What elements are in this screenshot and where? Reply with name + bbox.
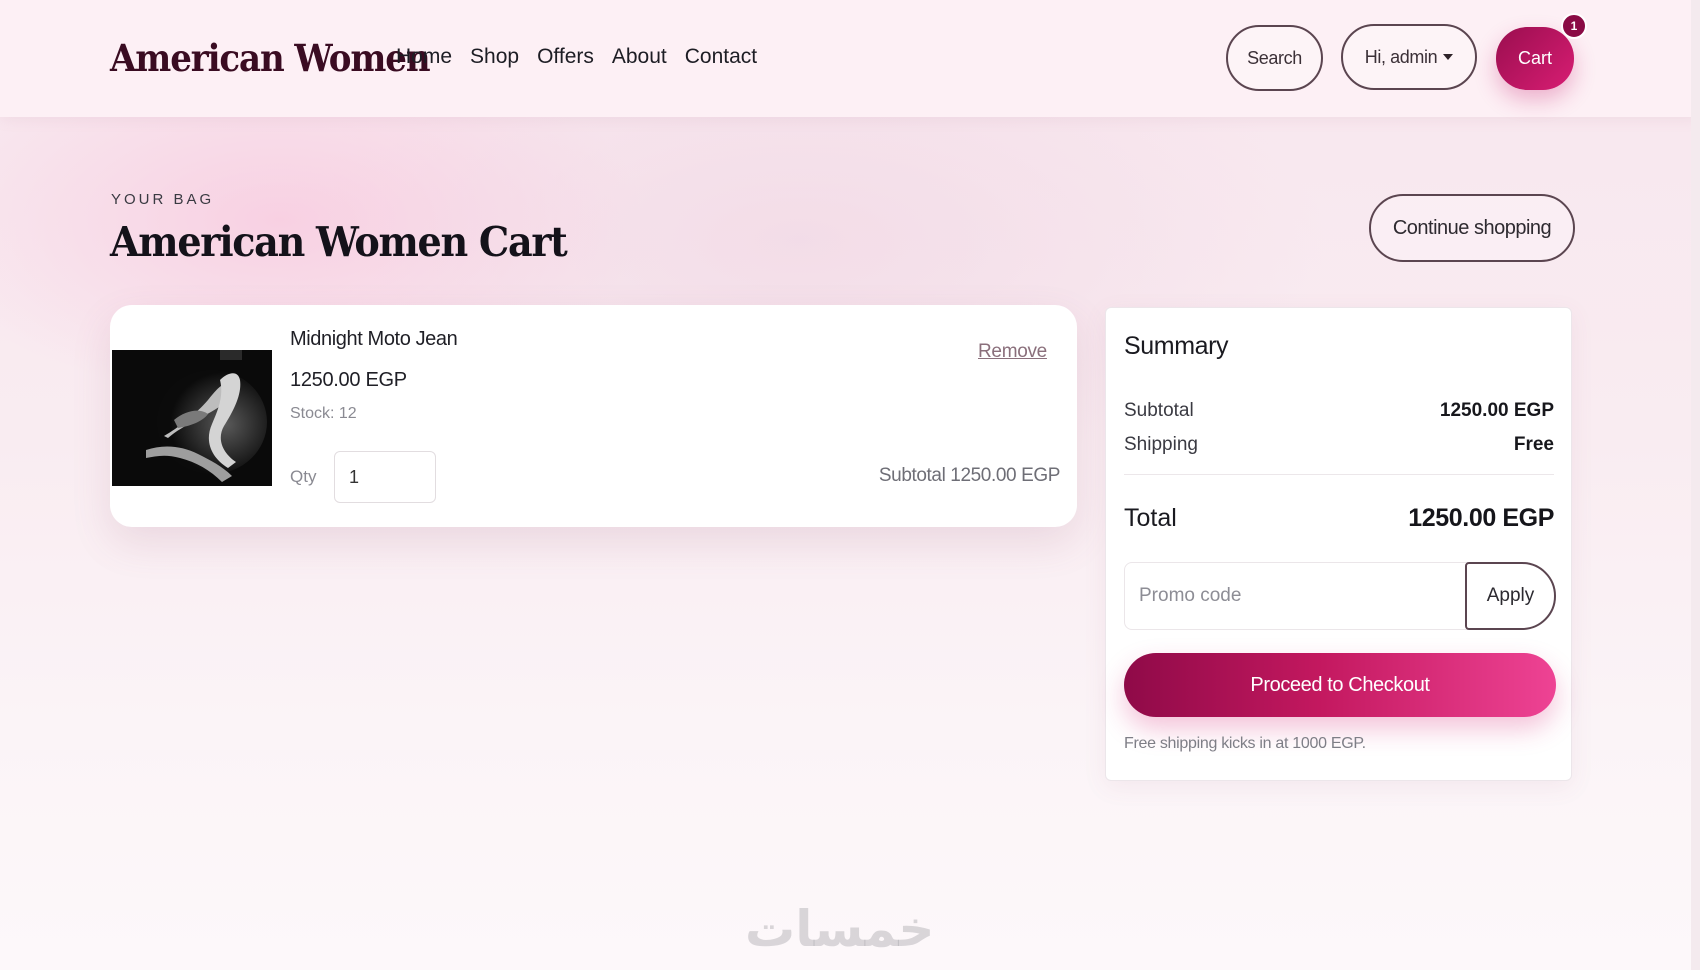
main-nav: Home Shop Offers About Contact xyxy=(396,45,757,69)
cart-button[interactable]: Cart xyxy=(1496,27,1574,90)
total-label: Total xyxy=(1124,504,1177,532)
promo-code-group: Apply xyxy=(1124,562,1556,630)
cart-item-card: Midnight Moto Jean 1250.00 EGP Stock: 12… xyxy=(110,305,1077,527)
subtotal-label: Subtotal xyxy=(1124,400,1194,421)
cart-button-label: Cart xyxy=(1517,48,1552,68)
checkout-button[interactable]: Proceed to Checkout xyxy=(1124,653,1556,717)
order-summary-panel: Summary Subtotal 1250.00 EGP Shipping Fr… xyxy=(1105,307,1572,781)
summary-divider xyxy=(1124,474,1554,475)
caret-down-icon xyxy=(1443,54,1454,60)
nav-link-offers[interactable]: Offers xyxy=(537,45,594,69)
top-navbar: American Women Home Shop Offers About Co… xyxy=(0,0,1700,117)
shipping-label: Shipping xyxy=(1124,434,1198,455)
watermark-logo: خمسات xyxy=(745,900,935,958)
continue-shopping-button[interactable]: Continue shopping xyxy=(1369,194,1575,262)
remove-item-link[interactable]: Remove xyxy=(978,341,1047,363)
continue-shopping-label: Continue shopping xyxy=(1392,216,1552,239)
nav-link-home[interactable]: Home xyxy=(396,45,452,69)
apply-promo-button[interactable]: Apply xyxy=(1465,562,1556,630)
total-value: 1250.00 EGP xyxy=(1408,504,1554,532)
nav-link-contact[interactable]: Contact xyxy=(685,45,757,69)
summary-title: Summary xyxy=(1124,332,1229,360)
summary-total-row: Total 1250.00 EGP xyxy=(1124,504,1554,533)
nav-link-shop[interactable]: Shop xyxy=(470,45,519,69)
apply-promo-label: Apply xyxy=(1486,585,1535,606)
promo-code-input[interactable] xyxy=(1125,563,1465,629)
page-title: American Women Cart xyxy=(110,218,568,266)
summary-subtotal-row: Subtotal 1250.00 EGP xyxy=(1124,400,1554,422)
product-price: 1250.00 EGP xyxy=(290,369,407,391)
search-button-label: Search xyxy=(1247,47,1302,68)
product-thumbnail[interactable] xyxy=(112,350,272,486)
section-eyebrow: YOUR BAG xyxy=(111,191,215,208)
item-subtotal: Subtotal 1250.00 EGP xyxy=(878,465,1060,486)
quantity-input[interactable] xyxy=(334,451,436,503)
user-menu-dropdown[interactable]: Hi, admin xyxy=(1341,24,1477,90)
nav-link-about[interactable]: About xyxy=(612,45,667,69)
shipping-value: Free xyxy=(1513,434,1554,455)
product-stock: Stock: 12 xyxy=(290,405,357,422)
subtotal-value: 1250.00 EGP xyxy=(1439,400,1554,421)
page-scrollbar[interactable] xyxy=(1691,0,1700,970)
summary-shipping-row: Shipping Free xyxy=(1124,434,1554,456)
user-menu-label: Hi, admin xyxy=(1364,46,1438,67)
checkout-button-label: Proceed to Checkout xyxy=(1250,673,1430,696)
cart-count-badge: 1 xyxy=(1561,13,1587,39)
product-name[interactable]: Midnight Moto Jean xyxy=(290,328,458,351)
product-photo-image xyxy=(112,350,272,486)
brand-logo[interactable]: American Women xyxy=(110,36,431,80)
free-shipping-note: Free shipping kicks in at 1000 EGP. xyxy=(1124,735,1366,752)
search-button[interactable]: Search xyxy=(1226,25,1323,91)
quantity-label: Qty xyxy=(290,467,317,486)
